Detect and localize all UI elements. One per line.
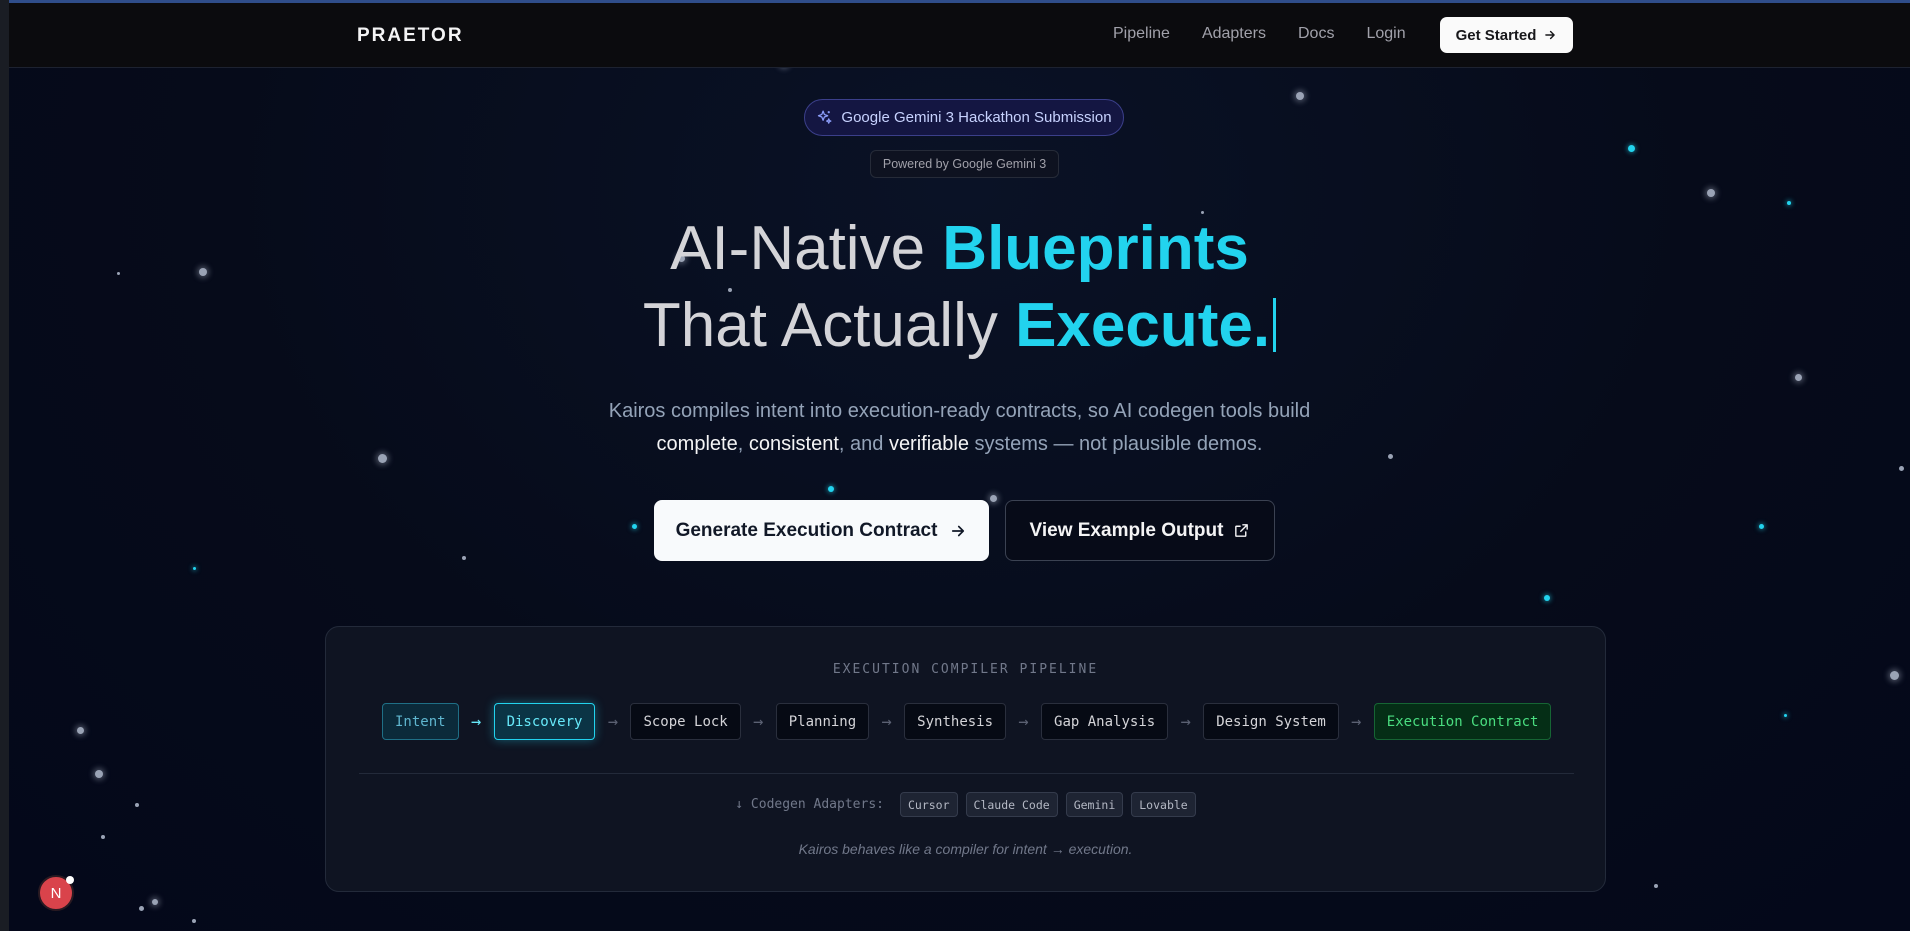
subtitle-line-1: Kairos compiles intent into execution-re… xyxy=(608,400,1311,422)
step-gap-analysis[interactable]: Gap Analysis xyxy=(1041,703,1169,740)
step-intent[interactable]: Intent xyxy=(382,703,459,740)
star xyxy=(1795,374,1802,381)
headline-line-1: AI-Native Blueprints xyxy=(9,210,1910,287)
pipeline-footer: Kairos behaves like a compiler for inten… xyxy=(798,841,1133,857)
star xyxy=(1787,201,1791,205)
star xyxy=(152,899,158,905)
headline-plain-2: That Actually xyxy=(642,291,1016,360)
nav-link-pipeline[interactable]: Pipeline xyxy=(1113,25,1170,43)
star xyxy=(1899,466,1904,471)
get-started-label: Get Started xyxy=(1455,26,1537,44)
subtitle-line-2: complete, consistent, and verifiable sys… xyxy=(9,428,1910,461)
codegen-adapters: ↓ Codegen Adapters: Cursor Claude Code G… xyxy=(326,792,1605,817)
hero-subtitle: Kairos compiles intent into execution-re… xyxy=(9,395,1910,461)
star xyxy=(101,835,105,839)
nav-link-login[interactable]: Login xyxy=(1366,25,1405,43)
step-scope-lock[interactable]: Scope Lock xyxy=(630,703,741,740)
sub-word-complete: complete xyxy=(656,433,738,455)
typing-caret xyxy=(1273,298,1277,352)
headline-line-2: That Actually Execute. xyxy=(9,287,1910,364)
star xyxy=(632,524,637,529)
adapters-label: ↓ Codegen Adapters: xyxy=(735,797,884,812)
logo[interactable]: PRAETOR xyxy=(357,25,464,47)
star xyxy=(135,803,139,807)
sub-word-consistent: consistent xyxy=(748,433,839,455)
nav-link-docs[interactable]: Docs xyxy=(1298,25,1334,43)
pipeline-steps: Intent → Discovery → Scope Lock → Planni… xyxy=(382,703,1552,740)
nav-links: Pipeline Adapters Docs Login xyxy=(1113,25,1438,43)
star xyxy=(77,727,84,734)
star xyxy=(139,906,144,911)
step-discovery[interactable]: Discovery xyxy=(493,703,596,740)
step-arrow: → xyxy=(1351,711,1362,732)
star xyxy=(1544,595,1550,601)
hero-headline: AI-Native Blueprints That Actually Execu… xyxy=(9,210,1910,364)
star xyxy=(990,495,997,502)
step-execution-contract[interactable]: Execution Contract xyxy=(1373,703,1552,740)
powered-by-label: Powered by Google Gemini 3 xyxy=(870,150,1059,178)
view-example-button[interactable]: View Example Output xyxy=(1005,500,1275,561)
star xyxy=(1654,884,1658,888)
step-arrow: → xyxy=(1180,711,1191,732)
get-started-button[interactable]: Get Started xyxy=(1440,17,1573,53)
star xyxy=(462,556,466,560)
star xyxy=(1296,92,1304,100)
star xyxy=(1759,524,1764,529)
arrow-right-icon xyxy=(1545,30,1556,40)
generate-contract-label: Generate Execution Contract xyxy=(675,519,938,541)
view-example-label: View Example Output xyxy=(1029,519,1224,541)
star xyxy=(193,567,196,570)
external-link-icon xyxy=(1235,524,1249,537)
star xyxy=(192,919,196,923)
step-arrow: → xyxy=(470,711,482,732)
star xyxy=(1784,714,1787,717)
step-synthesis[interactable]: Synthesis xyxy=(904,703,1007,740)
notification-dot xyxy=(66,876,74,884)
badge-label: Google Gemini 3 Hackathon Submission xyxy=(841,109,1112,126)
adapter-chip-claude-code[interactable]: Claude Code xyxy=(965,792,1058,817)
nav-link-adapters[interactable]: Adapters xyxy=(1202,25,1266,43)
sub-tail: systems — not plausible demos. xyxy=(968,433,1263,455)
adapter-chip-lovable[interactable]: Lovable xyxy=(1131,792,1196,817)
star xyxy=(95,770,103,778)
sparkles-icon xyxy=(818,110,832,124)
adapter-chip-cursor[interactable]: Cursor xyxy=(899,792,958,817)
sub-sep: , xyxy=(737,433,749,455)
step-planning[interactable]: Planning xyxy=(775,703,870,740)
headline-accent-2: Execute. xyxy=(1015,291,1271,360)
star xyxy=(828,486,834,492)
page: PRAETOR Pipeline Adapters Docs Login Get… xyxy=(9,0,1910,931)
top-nav: PRAETOR Pipeline Adapters Docs Login Get… xyxy=(9,3,1910,68)
pipeline-card: EXECUTION COMPILER PIPELINE Intent → Dis… xyxy=(325,626,1606,892)
star xyxy=(1628,145,1635,152)
sub-sep: , and xyxy=(838,433,889,455)
step-design-system[interactable]: Design System xyxy=(1203,703,1339,740)
generate-contract-button[interactable]: Generate Execution Contract xyxy=(654,500,989,561)
step-arrow: → xyxy=(1018,711,1029,732)
adapter-chip-gemini[interactable]: Gemini xyxy=(1065,792,1124,817)
headline-plain-1: AI-Native xyxy=(670,214,943,283)
pipeline-divider xyxy=(359,773,1574,774)
star xyxy=(1707,189,1715,197)
sub-word-verifiable: verifiable xyxy=(888,433,969,455)
step-arrow: → xyxy=(607,711,619,732)
headline-accent-1: Blueprints xyxy=(942,214,1249,283)
arrow-right-icon xyxy=(952,525,965,536)
pipeline-title: EXECUTION COMPILER PIPELINE xyxy=(832,662,1099,677)
hackathon-badge: Google Gemini 3 Hackathon Submission xyxy=(804,99,1124,136)
star xyxy=(1890,671,1899,680)
step-arrow: → xyxy=(881,711,892,732)
step-arrow: → xyxy=(753,711,764,732)
